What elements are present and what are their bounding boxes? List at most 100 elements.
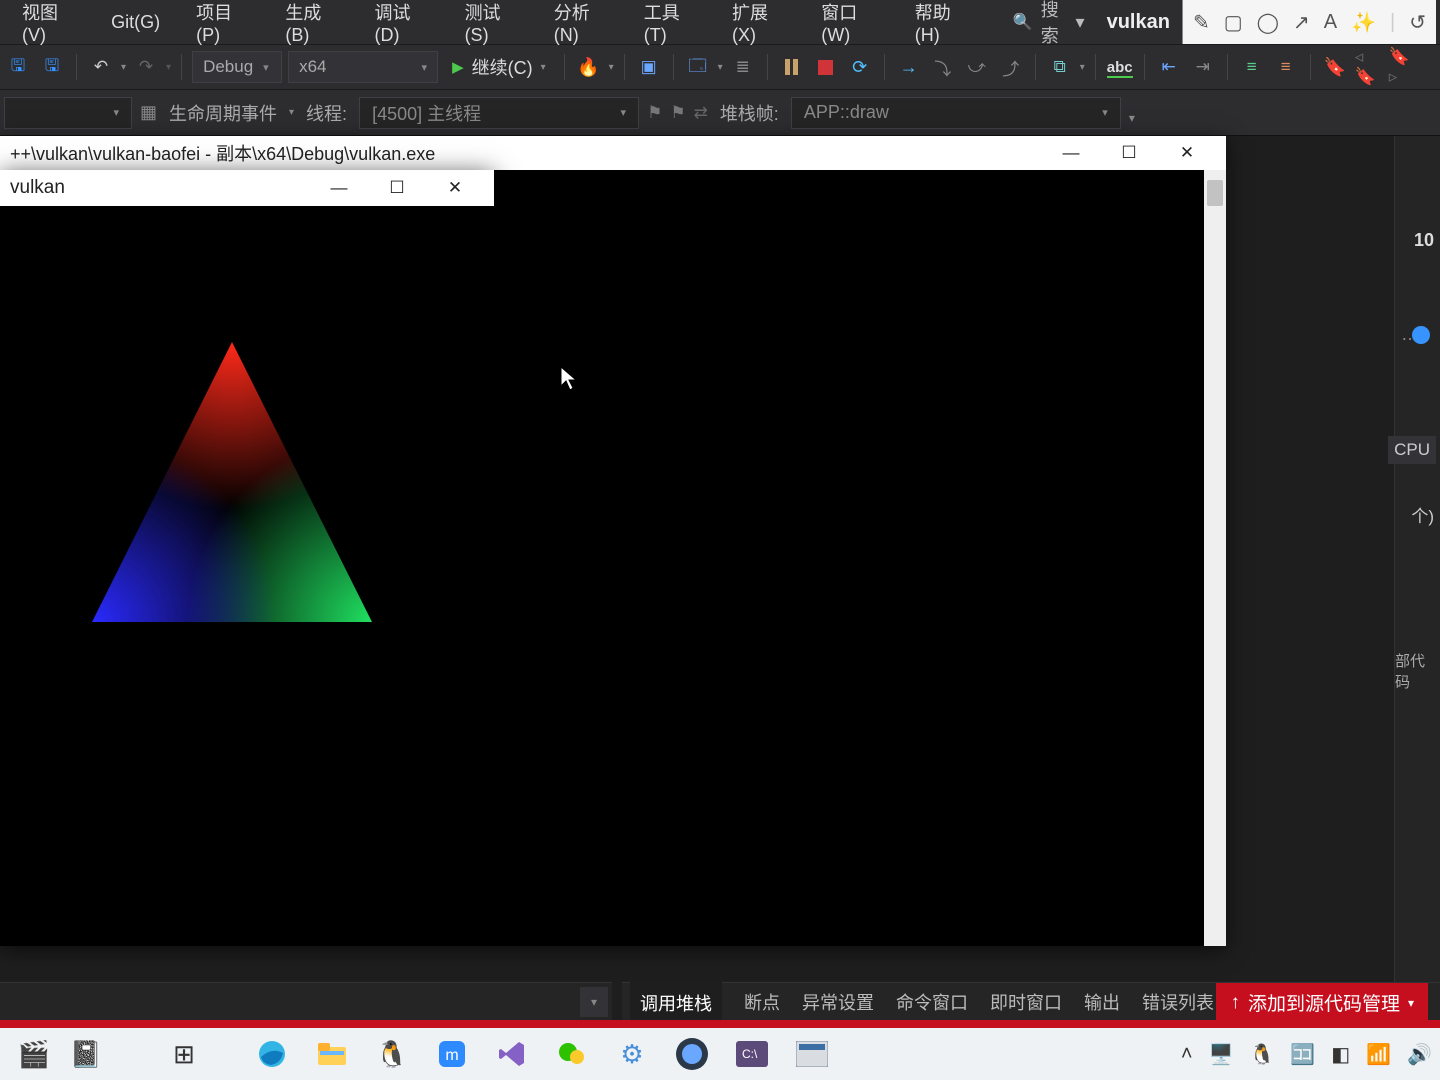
tab-immediate-window[interactable]: 即时窗口 bbox=[990, 989, 1062, 1015]
save-icon[interactable]: 🖫 bbox=[4, 53, 32, 81]
task-taskview-icon[interactable]: ⊞ bbox=[158, 1032, 210, 1076]
menu-build[interactable]: 生成(B) bbox=[267, 0, 356, 52]
flag-icon[interactable]: ⚑ bbox=[647, 103, 662, 123]
square-icon[interactable]: ▢ bbox=[1224, 10, 1243, 35]
process-select[interactable]: ▾ bbox=[4, 97, 132, 129]
tab-output[interactable]: 输出 bbox=[1084, 989, 1120, 1015]
task-chat-icon[interactable]: m bbox=[426, 1032, 478, 1076]
diag-tool1-icon[interactable]: ⧉ bbox=[1046, 53, 1074, 81]
task-explorer-icon[interactable] bbox=[306, 1032, 358, 1076]
vk-close-button[interactable]: ✕ bbox=[426, 171, 484, 205]
diag-count: 个) bbox=[1411, 502, 1434, 527]
tray-wifi-icon[interactable]: 📶 bbox=[1366, 1042, 1391, 1067]
tray-up-icon[interactable]: ˄ bbox=[1181, 1043, 1193, 1066]
step-next-statement[interactable]: → bbox=[895, 53, 923, 81]
exe-scrollbar[interactable] bbox=[1204, 170, 1226, 946]
format-icon[interactable]: ⇤ bbox=[1155, 53, 1183, 81]
menu-debug[interactable]: 调试(D) bbox=[357, 0, 447, 52]
save-all-icon[interactable]: 🖫 bbox=[38, 53, 66, 81]
highlight-icon[interactable]: ✨ bbox=[1351, 10, 1376, 35]
menu-project[interactable]: 项目(P) bbox=[178, 0, 267, 52]
comment-icon[interactable]: ≡ bbox=[1238, 53, 1266, 81]
task-visualstudio-icon[interactable] bbox=[486, 1032, 538, 1076]
menu-window[interactable]: 窗口(W) bbox=[803, 0, 897, 52]
tray-monitor-icon[interactable]: 🖥️ bbox=[1209, 1042, 1234, 1067]
menu-search[interactable]: 🔍 搜索 ▾ bbox=[1003, 0, 1095, 52]
menu-ext[interactable]: 扩展(X) bbox=[714, 0, 803, 52]
pause-button[interactable] bbox=[778, 53, 806, 81]
menu-tools[interactable]: 工具(T) bbox=[626, 0, 714, 52]
config-select[interactable]: Debug▾ bbox=[192, 51, 282, 83]
exe-close-button[interactable]: ✕ bbox=[1158, 136, 1216, 170]
pencil-icon[interactable]: ✎ bbox=[1193, 10, 1210, 35]
vk-maximize-button[interactable]: ☐ bbox=[368, 171, 426, 205]
step-out-icon[interactable]: ⤴ bbox=[997, 53, 1025, 81]
vk-minimize-button[interactable]: — bbox=[310, 171, 368, 205]
indent-icon[interactable]: ⇥ bbox=[1189, 53, 1217, 81]
svg-text:C:\: C:\ bbox=[742, 1047, 758, 1061]
tab-exception-settings[interactable]: 异常设置 bbox=[802, 989, 874, 1015]
intellisense-icon[interactable]: abc bbox=[1106, 53, 1134, 81]
undo-title-icon[interactable]: ↺ bbox=[1409, 10, 1426, 35]
add-to-source-control[interactable]: ↑ 添加到源代码管理 ▾ bbox=[1216, 983, 1428, 1022]
stop-button[interactable] bbox=[812, 53, 840, 81]
menu-test[interactable]: 测试(S) bbox=[447, 0, 536, 52]
task-settings-icon[interactable]: ⚙ bbox=[606, 1032, 658, 1076]
stackframe-select[interactable]: APP::draw ▾ bbox=[791, 97, 1121, 129]
tray-volume-icon[interactable]: 🔊 bbox=[1407, 1042, 1432, 1067]
task-wechat-icon[interactable] bbox=[546, 1032, 598, 1076]
redo-icon[interactable]: ↷ bbox=[132, 53, 160, 81]
exe-scroll-thumb[interactable] bbox=[1207, 180, 1223, 206]
menu-help[interactable]: 帮助(H) bbox=[897, 0, 987, 52]
tab-error-list[interactable]: 错误列表 bbox=[1142, 989, 1214, 1015]
circle-icon[interactable]: ◯ bbox=[1257, 10, 1279, 35]
step-over-icon[interactable]: ⤻ bbox=[963, 53, 991, 81]
undo-icon[interactable]: ↶ bbox=[87, 53, 115, 81]
restart-button[interactable]: ⟳ bbox=[846, 53, 874, 81]
bookmark-prev-icon[interactable]: ◃🔖 bbox=[1355, 53, 1383, 81]
exe-titlebar[interactable]: ++\vulkan\vulkan-baofei - 副本\x64\Debug\v… bbox=[0, 136, 1226, 170]
arrow-icon[interactable]: ↗ bbox=[1293, 10, 1310, 35]
task-terminal-icon[interactable]: C:\ bbox=[726, 1032, 778, 1076]
text-A-icon[interactable]: A bbox=[1324, 11, 1337, 34]
search-label: 搜索 bbox=[1041, 0, 1068, 48]
tab-command-window[interactable]: 命令窗口 bbox=[896, 989, 968, 1015]
exe-maximize-button[interactable]: ☐ bbox=[1100, 136, 1158, 170]
task-qq-icon[interactable]: 🐧 bbox=[366, 1032, 418, 1076]
config-value: Debug bbox=[203, 57, 253, 77]
bookmark-icon[interactable]: 🔖 bbox=[1321, 53, 1349, 81]
vulkan-window[interactable]: vulkan — ☐ ✕ bbox=[0, 170, 494, 738]
menu-git[interactable]: Git(G) bbox=[93, 6, 178, 39]
tray-penguin-icon[interactable]: 🐧 bbox=[1249, 1042, 1274, 1067]
thread-select[interactable]: [4500] 主线程 ▾ bbox=[359, 97, 639, 129]
continue-button[interactable]: ▶ 继续(C) ▾ bbox=[444, 54, 554, 80]
right-panel-strip: 10 … CPU 个) 部代码 bbox=[1394, 136, 1440, 982]
tab-breakpoints[interactable]: 断点 bbox=[744, 989, 780, 1015]
tray-battery-icon[interactable]: ◧ bbox=[1331, 1042, 1350, 1067]
tab-call-stack[interactable]: 调用堆栈 bbox=[630, 982, 722, 1022]
task-console-icon[interactable] bbox=[786, 1032, 838, 1076]
lower-left-caret[interactable]: ▾ bbox=[580, 987, 608, 1017]
tray-ime-icon[interactable]: 🈁 bbox=[1290, 1042, 1315, 1067]
uncomment-icon[interactable]: ≡ bbox=[1272, 53, 1300, 81]
menu-analyze[interactable]: 分析(N) bbox=[536, 0, 626, 52]
menu-view[interactable]: 视图(V) bbox=[4, 0, 93, 52]
platform-select[interactable]: x64▾ bbox=[288, 51, 438, 83]
hot-reload-icon[interactable]: 🔥 bbox=[575, 53, 603, 81]
bookmark-next-icon[interactable]: 🔖▹ bbox=[1389, 53, 1417, 81]
cpu-tab[interactable]: CPU bbox=[1388, 436, 1436, 464]
exe-minimize-button[interactable]: — bbox=[1042, 136, 1100, 170]
flag-group-icon[interactable]: ⚑ bbox=[670, 103, 685, 123]
task-note-icon[interactable]: 📓 bbox=[60, 1032, 112, 1076]
task-game-icon[interactable] bbox=[666, 1032, 718, 1076]
diag-event-dot-icon[interactable] bbox=[1412, 326, 1430, 344]
thread-freeze-icon[interactable]: ⇄ bbox=[694, 103, 708, 123]
vulkan-titlebar[interactable]: vulkan — ☐ ✕ bbox=[0, 170, 494, 206]
script-icon[interactable]: ≣ bbox=[729, 53, 757, 81]
task-edge-icon[interactable] bbox=[246, 1032, 298, 1076]
browser-select-icon[interactable]: 🗔 bbox=[684, 53, 712, 81]
lifecycle-icon[interactable]: ▦ bbox=[140, 102, 157, 123]
app-window-icon[interactable]: ▣ bbox=[635, 53, 663, 81]
task-clapper-icon[interactable]: 🎬 bbox=[8, 1032, 60, 1076]
step-into-icon[interactable]: ⤵ bbox=[929, 53, 957, 81]
